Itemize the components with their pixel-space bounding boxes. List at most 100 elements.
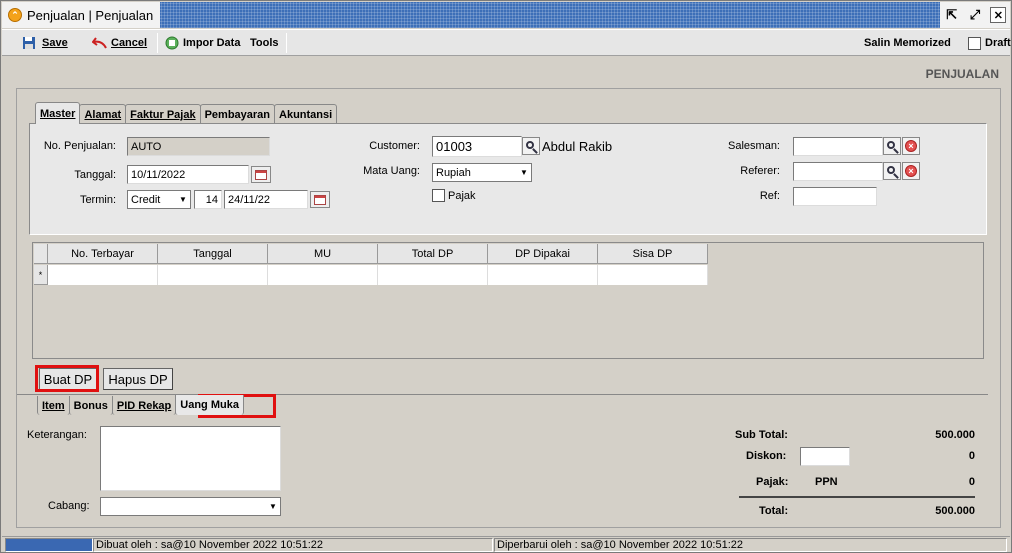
diskon-field[interactable]: [800, 447, 850, 466]
termin-value: Credit: [131, 193, 161, 206]
table-cell[interactable]: [268, 265, 378, 285]
tab-alamat[interactable]: Alamat: [79, 104, 127, 124]
draft-label: Draft: [985, 37, 1011, 49]
tab-bonus[interactable]: Bonus: [68, 396, 113, 415]
mata-uang-label: Mata Uang:: [363, 165, 420, 177]
subtotal-value: 500.000: [935, 429, 975, 441]
table-cell[interactable]: [488, 265, 598, 285]
dp-table[interactable]: No. Terbayar Tanggal MU Total DP DP Dipa…: [32, 242, 984, 359]
diskon-label: Diskon:: [746, 450, 787, 462]
title-area: ⌃ Penjualan | Penjualan: [2, 2, 160, 28]
impor-data-button[interactable]: Impor Data: [160, 33, 244, 53]
total-label: Total:: [759, 505, 789, 517]
cancel-label: Cancel: [111, 37, 148, 49]
pajak-value: 0: [968, 476, 975, 488]
tools-menu[interactable]: Tools: [246, 33, 283, 53]
mata-uang-select[interactable]: Rupiah ▼: [432, 163, 532, 182]
salesman-clear-button[interactable]: ×: [902, 137, 920, 155]
draft-toggle[interactable]: Draft: [964, 33, 1012, 53]
tab-akuntansi[interactable]: Akuntansi: [274, 104, 338, 124]
salesman-field[interactable]: [793, 137, 883, 156]
title-bar[interactable]: ⌃ Penjualan | Penjualan ⇱ ⤢ ✕: [2, 2, 1010, 28]
termin-label: Termin:: [79, 194, 116, 206]
column-header[interactable]: No. Terbayar: [48, 244, 158, 264]
salesman-search-button[interactable]: [883, 137, 901, 155]
tab-pembayaran[interactable]: Pembayaran: [199, 104, 276, 124]
keterangan-textarea[interactable]: [100, 426, 281, 491]
window-controls: ⇱ ⤢ ✕: [940, 2, 1010, 28]
tools-label: Tools: [250, 37, 279, 49]
search-icon: [886, 140, 895, 149]
table-cell[interactable]: [378, 265, 488, 285]
pajak-toggle[interactable]: Pajak: [432, 189, 476, 202]
salesman-label: Salesman:: [728, 140, 780, 152]
referer-search-button[interactable]: [883, 162, 901, 180]
clear-icon: ×: [905, 140, 917, 152]
master-tabs: Master Alamat Faktur Pajak Pembayaran Ak…: [35, 102, 338, 124]
tanggal-calendar-button[interactable]: [251, 166, 271, 183]
tanggal-label: Tanggal:: [74, 169, 116, 181]
tab-master[interactable]: Master: [35, 102, 81, 124]
hapus-dp-button[interactable]: Hapus DP: [103, 368, 173, 390]
referer-label: Referer:: [740, 165, 780, 177]
termin-select[interactable]: Credit ▼: [127, 190, 191, 209]
termin-days-field[interactable]: 14: [194, 190, 222, 209]
close-icon[interactable]: ✕: [990, 7, 1007, 23]
toolbar: Save Cancel Impor Data Tools Salin Memor…: [2, 29, 1012, 56]
new-row-marker: *: [34, 265, 48, 285]
salin-label: Salin Memorized: [864, 37, 951, 49]
subtotal-label: Sub Total:: [735, 429, 788, 441]
no-penjualan-field: AUTO: [127, 137, 270, 156]
customer-code-field[interactable]: 01003: [432, 136, 522, 157]
cancel-button[interactable]: Cancel: [88, 33, 151, 53]
tab-faktur-pajak[interactable]: Faktur Pajak: [125, 104, 201, 124]
customer-name: Abdul Rakib: [542, 139, 613, 154]
pajak-checkbox[interactable]: [432, 189, 445, 202]
chevron-down-icon: ▼: [269, 502, 277, 511]
salin-memorized-button[interactable]: Salin Memorized: [860, 33, 955, 53]
referer-clear-button[interactable]: ×: [902, 162, 920, 180]
tanggal-field[interactable]: 10/11/2022: [127, 165, 249, 184]
save-label: Save: [42, 37, 68, 49]
total-value: 500.000: [935, 505, 975, 517]
total-divider: [739, 496, 975, 498]
customer-label: Customer:: [369, 140, 420, 152]
cabang-label: Cabang:: [48, 500, 90, 512]
column-header[interactable]: Total DP: [378, 244, 488, 264]
table-cell[interactable]: [158, 265, 268, 285]
tab-item[interactable]: Item: [37, 396, 70, 415]
column-header[interactable]: Sisa DP: [598, 244, 708, 264]
save-button[interactable]: Save: [18, 33, 72, 53]
section-title: PENJUALAN: [925, 67, 999, 81]
toolbar-separator: [286, 33, 287, 53]
tab-pid-rekap[interactable]: PID Rekap: [111, 396, 177, 415]
ref-field[interactable]: [793, 187, 877, 206]
impor-label: Impor Data: [183, 37, 241, 49]
draft-checkbox[interactable]: [968, 36, 981, 50]
restore-icon[interactable]: ⇱: [944, 7, 960, 23]
cabang-select[interactable]: ▼: [100, 497, 281, 516]
tab-uang-muka[interactable]: Uang Muka: [175, 395, 244, 415]
highlight-box: [35, 365, 99, 392]
table-cell[interactable]: [48, 265, 158, 285]
diskon-value: 0: [968, 450, 975, 462]
column-header[interactable]: MU: [268, 244, 378, 264]
calendar-icon: [255, 169, 267, 180]
clear-icon: ×: [905, 165, 917, 177]
table-cell[interactable]: [598, 265, 708, 285]
referer-field[interactable]: [793, 162, 883, 181]
column-header[interactable]: DP Dipakai: [488, 244, 598, 264]
status-diperbarui: Diperbarui oleh : sa@10 November 2022 10…: [494, 538, 1007, 552]
pajak-checkbox-label: Pajak: [448, 189, 476, 202]
termin-calendar-button[interactable]: [310, 191, 330, 208]
termin-date-field[interactable]: 24/11/22: [224, 190, 308, 209]
window-title: Penjualan | Penjualan: [27, 7, 154, 23]
customer-search-button[interactable]: [522, 137, 540, 155]
detail-tabs: Item Bonus PID Rekap Uang Muka: [37, 395, 244, 415]
column-header[interactable]: Tanggal: [158, 244, 268, 264]
undo-icon: [92, 37, 107, 49]
status-bar: Dibuat oleh : sa@10 November 2022 10:51:…: [2, 536, 1010, 552]
chevron-down-icon: ▼: [520, 168, 528, 177]
pajak-name: PPN: [815, 476, 838, 488]
maximize-icon[interactable]: ⤢: [967, 7, 983, 23]
